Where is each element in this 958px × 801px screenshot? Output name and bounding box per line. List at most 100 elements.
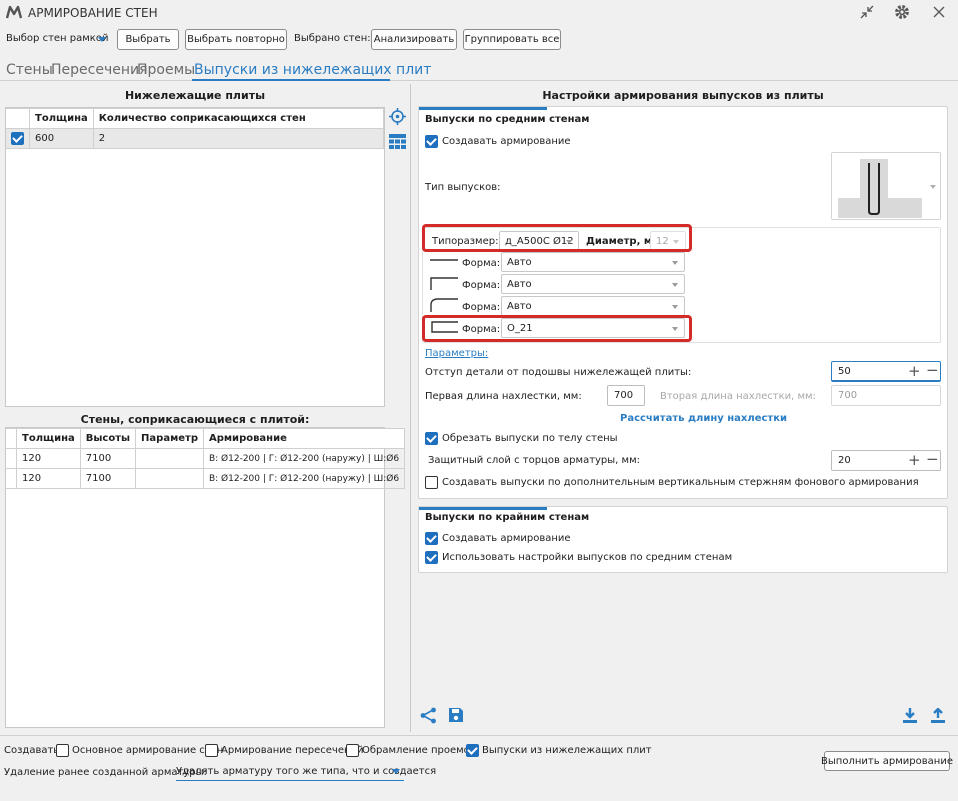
col-thickness: Толщина <box>29 108 94 129</box>
cover-minus-icon[interactable]: − <box>926 452 939 467</box>
footer-divider <box>0 735 958 736</box>
shape-combo-2[interactable]: Авто <box>501 274 685 294</box>
walls-table: Толщина Высоты Параметр Армирование 120 … <box>6 428 406 489</box>
create-label: Создавать: <box>4 745 63 756</box>
walls-table-header: Толщина Высоты Параметр Армирование <box>6 428 406 449</box>
slab-row-checkbox[interactable] <box>11 132 24 145</box>
cover-value: 20 <box>838 455 851 466</box>
opt-openings-label: Обрамление проемов <box>362 745 476 756</box>
calc-lap-button[interactable]: Рассчитать длину нахлестки <box>620 413 787 424</box>
wall-thickness-cell: 120 <box>16 448 81 469</box>
table-row[interactable]: 600 2 <box>6 128 385 149</box>
slabs-table-panel: Толщина Количество соприкасающихся стен … <box>5 107 385 407</box>
chevron-down-icon[interactable] <box>98 37 106 42</box>
lap2-input[interactable]: 700 <box>831 385 941 406</box>
run-rebar-button[interactable]: Выполнить армирование <box>821 751 953 771</box>
close-icon[interactable] <box>933 6 945 18</box>
tab-slab-outlets[interactable]: Выпуски из нижележащих плит <box>194 62 431 78</box>
curved-bar-icon <box>430 298 458 312</box>
shape-chevron-icon-3 <box>672 305 678 309</box>
title-bar: АРМИРОВАНИЕ СТЕН <box>0 0 958 26</box>
offset-label: Отступ детали от подошвы нижележащей пли… <box>425 367 692 378</box>
collapse-icon[interactable] <box>860 5 874 19</box>
extra-outlets-label: Создавать выпуски по дополнительным верт… <box>442 477 919 488</box>
u-outlet-icon <box>838 159 922 218</box>
wall-rebar-cell: В: Ø12-200 | Г: Ø12-200 (наружу) | Ш:Ø6 <box>202 468 406 489</box>
offset-plus-icon[interactable]: + <box>908 364 921 379</box>
slab-count-cell: 2 <box>92 128 385 149</box>
shape-highlight-box <box>422 315 692 342</box>
wall-rebar-cell: В: Ø12-200 | Г: Ø12-200 (наружу) | Ш:Ø6 <box>202 448 406 469</box>
cover-plus-icon[interactable]: + <box>908 453 921 468</box>
shape-value-3: Авто <box>507 300 532 312</box>
edge-create-checkbox[interactable] <box>425 532 438 545</box>
opt-main-rebar-checkbox[interactable] <box>56 744 69 757</box>
offset-minus-icon[interactable]: − <box>926 363 939 378</box>
col-wall-param: Параметр <box>135 428 204 449</box>
vertical-splitter[interactable] <box>410 84 411 732</box>
tab-openings[interactable]: Проемы <box>137 62 195 78</box>
cover-input[interactable]: 20 + − <box>831 450 941 471</box>
col-wall-height: Высоты <box>79 428 137 449</box>
middle-create-label: Создавать армирование <box>442 136 571 147</box>
edge-use-middle-checkbox[interactable] <box>425 551 438 564</box>
cut-outlets-label: Обрезать выпуски по телу стены <box>442 433 618 444</box>
delete-mode-dropdown[interactable]: Удалять арматуру того же типа, что и соз… <box>176 762 436 781</box>
walls-table-panel: Толщина Высоты Параметр Армирование 120 … <box>5 427 406 728</box>
share-icon[interactable] <box>420 707 437 724</box>
table-row[interactable]: 120 7100 В: Ø12-200 | Г: Ø12-200 (наружу… <box>6 448 406 469</box>
upload-icon[interactable] <box>931 708 945 723</box>
shape-label-1: Форма: <box>462 258 501 269</box>
outlet-type-chevron-icon[interactable] <box>930 185 936 189</box>
tab-walls[interactable]: Стены <box>6 62 53 78</box>
straight-bar-icon <box>430 259 458 261</box>
middle-create-checkbox[interactable] <box>425 135 438 148</box>
col-contact-count: Количество соприкасающихся стен <box>92 108 385 129</box>
select-mode-dropdown[interactable]: Выбор стен рамкой <box>6 33 108 44</box>
shape-label-3: Форма: <box>462 302 501 313</box>
selected-count: Выбрано стен: 2 <box>294 33 381 44</box>
gear-icon[interactable] <box>893 3 911 21</box>
extra-outlets-checkbox[interactable] <box>425 476 438 489</box>
lap2-value: 700 <box>838 390 858 401</box>
offset-input[interactable]: 50 + − <box>831 361 941 382</box>
shape-combo-1[interactable]: Авто <box>501 252 685 272</box>
l-bar-icon <box>430 277 458 290</box>
slab-thickness-cell: 600 <box>29 128 94 149</box>
col-wall-rebar: Армирование <box>202 428 406 449</box>
cut-outlets-checkbox[interactable] <box>425 432 438 445</box>
offset-value: 50 <box>838 365 851 377</box>
reselect-button[interactable]: Выбрать повторно <box>185 29 287 50</box>
download-icon[interactable] <box>903 708 917 723</box>
table-row[interactable]: 120 7100 В: Ø12-200 | Г: Ø12-200 (наружу… <box>6 468 406 489</box>
grid-select-icon[interactable] <box>389 134 406 149</box>
walls-title: Стены, соприкасающиеся с плитой: <box>80 413 310 426</box>
params-link[interactable]: Параметры: <box>425 348 488 359</box>
opt-intersections-label: Армирование пересечений <box>221 745 364 756</box>
analyze-button[interactable]: Анализировать <box>371 29 457 50</box>
opt-slab-outlets-label: Выпуски из нижележащих плит <box>482 745 652 756</box>
col-wall-thickness: Толщина <box>16 428 81 449</box>
lap2-label: Вторая длина нахлестки, мм: <box>660 391 816 402</box>
save-icon[interactable] <box>448 707 464 723</box>
opt-main-rebar-label: Основное армирование стен <box>72 745 224 756</box>
opt-slab-outlets-checkbox[interactable] <box>466 744 479 757</box>
group-all-button[interactable]: Группировать все <box>463 29 561 50</box>
logo-icon <box>6 5 22 19</box>
size-highlight-box <box>422 224 692 252</box>
lap1-input[interactable]: 700 <box>607 385 645 406</box>
opt-openings-checkbox[interactable] <box>346 744 359 757</box>
wall-thickness-cell: 120 <box>16 468 81 489</box>
select-button[interactable]: Выбрать <box>117 29 179 50</box>
lap1-label: Первая длина нахлестки, мм: <box>425 391 582 402</box>
shape-label-2: Форма: <box>462 280 501 291</box>
tab-intersections[interactable]: Пересечения <box>51 62 148 78</box>
shape-combo-3[interactable]: Авто <box>501 296 685 316</box>
slabs-title: Нижележащие плиты <box>124 89 266 102</box>
tab-strip-line <box>0 80 958 81</box>
delete-mode-chevron-icon[interactable] <box>392 769 400 774</box>
outlet-type-picker[interactable] <box>831 152 941 220</box>
crosshair-icon[interactable] <box>389 108 406 125</box>
opt-intersections-checkbox[interactable] <box>205 744 218 757</box>
shape-chevron-icon-2 <box>672 283 678 287</box>
